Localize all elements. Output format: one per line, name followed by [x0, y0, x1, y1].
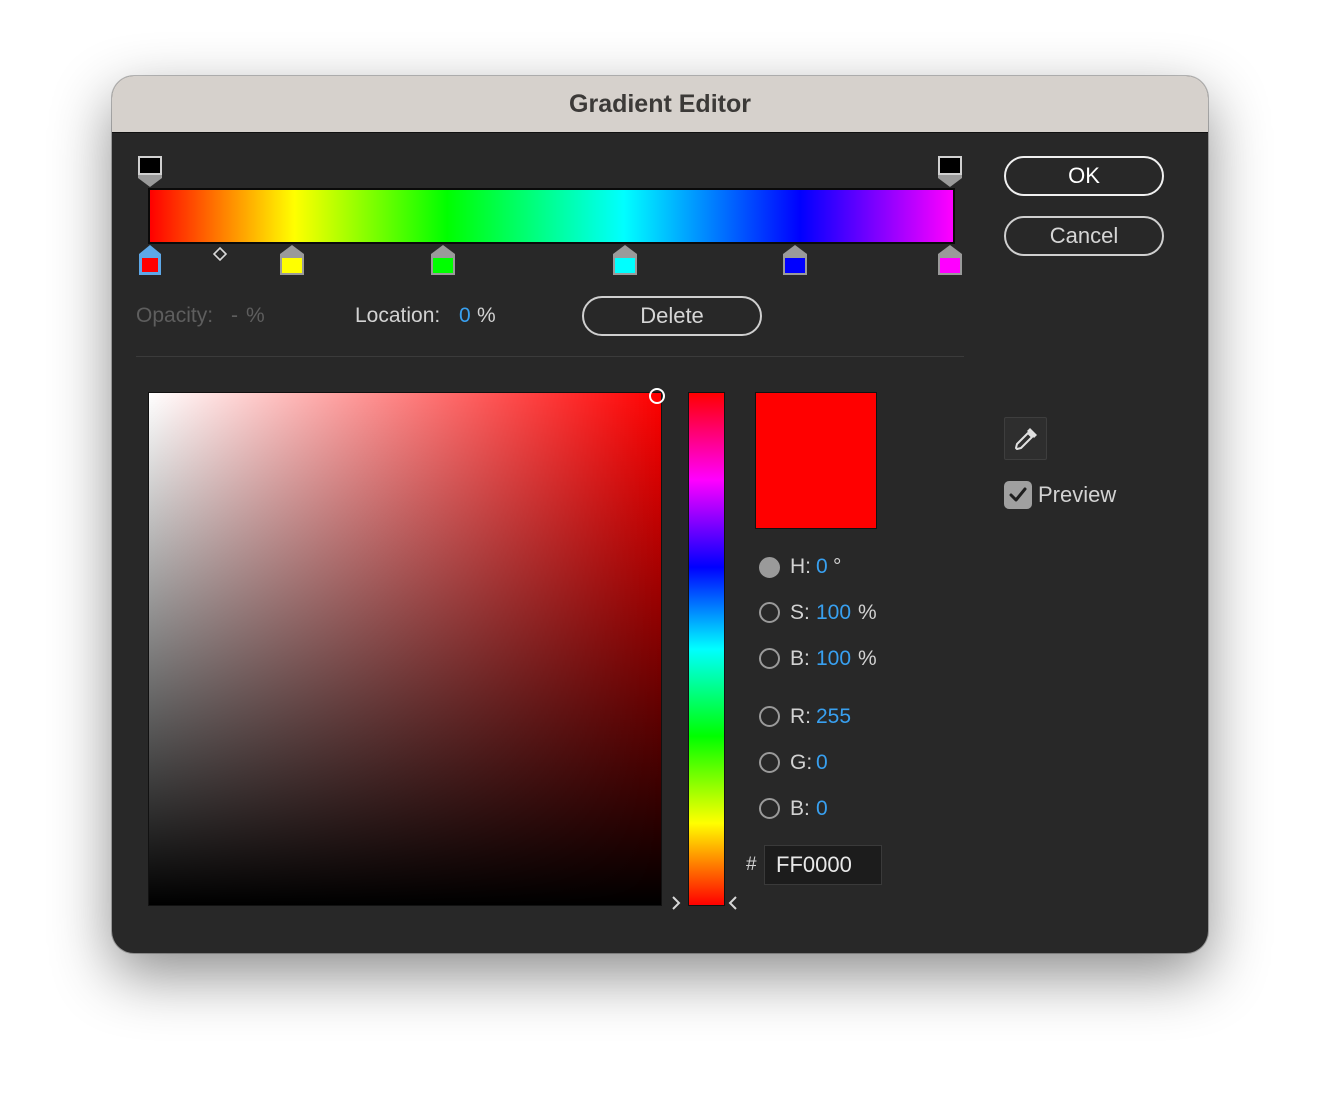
eyedropper-button[interactable] — [1004, 417, 1047, 460]
hex-symbol: # — [746, 854, 757, 875]
current-color-swatch — [755, 392, 877, 529]
cancel-button[interactable]: Cancel — [1004, 216, 1164, 256]
green-label: G: — [790, 751, 813, 774]
hue-unit: ° — [833, 555, 842, 578]
opacity-stop-right[interactable] — [938, 156, 962, 188]
saturation-unit: % — [858, 601, 877, 624]
color-stop-cyan[interactable] — [613, 244, 637, 276]
blue-value[interactable]: 0 — [816, 797, 828, 821]
location-value[interactable]: 0 — [459, 304, 471, 328]
location-unit: % — [477, 304, 496, 327]
divider — [136, 356, 964, 357]
red-value[interactable]: 255 — [816, 705, 851, 729]
blue-radio[interactable] — [759, 798, 780, 819]
brightness-value[interactable]: 100 — [816, 647, 851, 671]
saturation-value[interactable]: 100 — [816, 601, 851, 625]
eyedropper-icon — [1015, 428, 1037, 450]
color-stop-blue[interactable] — [783, 244, 807, 276]
color-stop-magenta[interactable] — [938, 244, 962, 276]
hue-slider[interactable] — [688, 392, 725, 906]
opacity-stop-left[interactable] — [138, 156, 162, 188]
gradient-preview-bar[interactable] — [148, 188, 955, 244]
red-radio[interactable] — [759, 706, 780, 727]
checkmark-icon — [1009, 487, 1027, 502]
opacity-label: Opacity: — [136, 304, 214, 327]
gradient-midpoint-diamond[interactable] — [213, 247, 227, 261]
brightness-label: B: — [790, 647, 810, 670]
hue-value[interactable]: 0 — [816, 555, 828, 579]
color-field-cursor[interactable] — [647, 386, 667, 406]
green-value[interactable]: 0 — [816, 751, 828, 775]
saturation-brightness-field[interactable] — [148, 392, 662, 906]
brightness-unit: % — [858, 647, 877, 670]
red-label: R: — [790, 705, 811, 728]
hue-radio[interactable] — [759, 557, 780, 578]
hex-input[interactable]: FF0000 — [764, 845, 882, 885]
color-stop-yellow[interactable] — [280, 244, 304, 276]
chevron-left-icon[interactable] — [726, 894, 740, 912]
brightness-radio[interactable] — [759, 648, 780, 669]
ok-button[interactable]: OK — [1004, 156, 1164, 196]
hue-label: H: — [790, 555, 811, 578]
opacity-value: - — [231, 304, 238, 327]
saturation-radio[interactable] — [759, 602, 780, 623]
gradient-editor-dialog: Gradient Editor Opacity: - % Location: 0… — [112, 76, 1208, 953]
preview-checkbox[interactable] — [1004, 481, 1032, 509]
chevron-right-icon[interactable] — [669, 894, 683, 912]
saturation-label: S: — [790, 601, 810, 624]
color-stop-red-selected[interactable] — [138, 244, 162, 276]
delete-stop-button[interactable]: Delete — [582, 296, 762, 336]
color-stop-green[interactable] — [431, 244, 455, 276]
blue-label: B: — [790, 797, 810, 820]
preview-label[interactable]: Preview — [1038, 482, 1116, 508]
opacity-unit: % — [246, 304, 265, 327]
green-radio[interactable] — [759, 752, 780, 773]
location-label: Location: — [355, 304, 441, 327]
